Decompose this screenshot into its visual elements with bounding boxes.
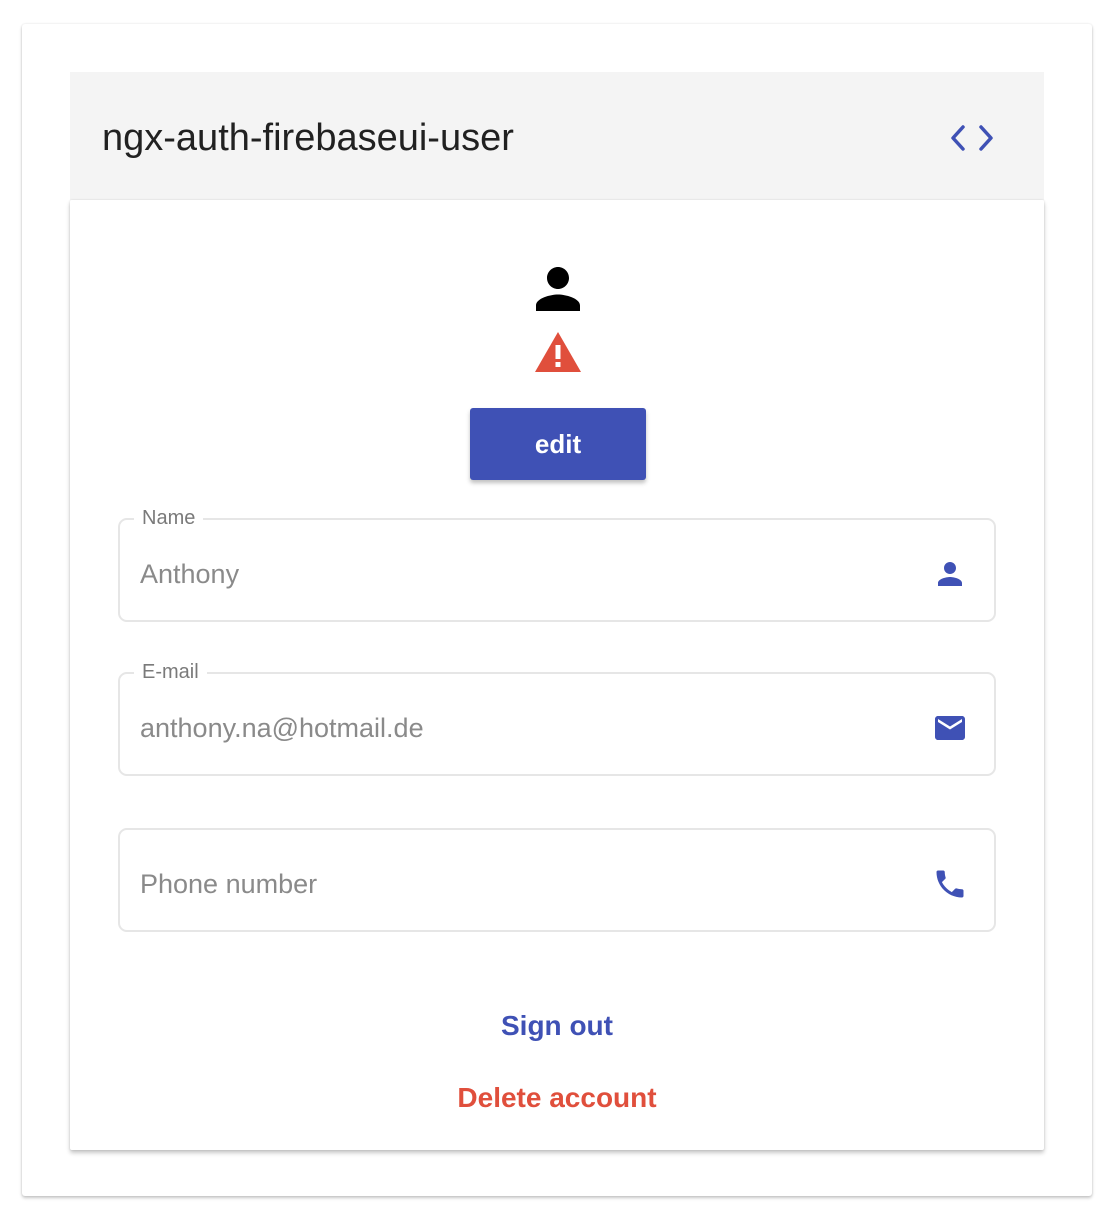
warning-icon [535,332,581,372]
code-toggle-button[interactable] [946,118,998,158]
edit-button[interactable]: edit [470,408,646,480]
phone-icon [932,866,968,902]
person-icon [932,556,968,592]
example-title: ngx-auth-firebaseui-user [102,117,514,159]
email-field[interactable]: E-mail [118,659,996,776]
code-icon [951,125,993,151]
name-input[interactable] [140,556,880,592]
phone-field[interactable] [118,828,996,932]
email-label: E-mail [134,659,207,685]
delete-account-button[interactable]: Delete account [357,1076,757,1120]
email-input[interactable] [140,710,880,746]
sign-out-button[interactable]: Sign out [357,1004,757,1048]
name-label: Name [134,505,204,531]
phone-input[interactable] [140,866,880,902]
user-profile-card: edit Name E-mail Sign out Delete account [70,200,1044,1150]
example-header: ngx-auth-firebaseui-user [70,72,1044,200]
person-icon [536,267,580,311]
name-field[interactable]: Name [118,505,996,622]
mail-icon [932,710,968,746]
